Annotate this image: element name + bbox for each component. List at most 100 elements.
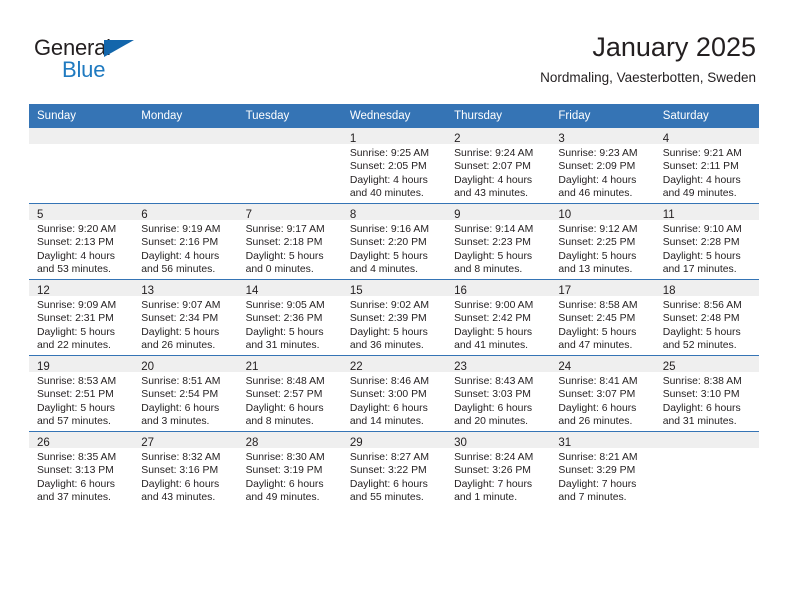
sunrise-text: Sunrise: 8:43 AM <box>454 376 534 387</box>
sunrise-text: Sunrise: 8:46 AM <box>349 376 429 387</box>
day-cell-body: Sunrise: 9:17 AM Sunset: 2:18 PM Daylight:… <box>238 220 342 277</box>
day-number: 11 <box>662 209 675 221</box>
daylight-text-line2: and 26 minutes. <box>558 416 633 428</box>
calendar-body: 1 Sunrise: 9:25 AM Sunset: 2:05 PM Daylight… <box>29 128 759 507</box>
daylight-text-line2: and 43 minutes. <box>454 188 529 200</box>
calendar-day-cell[interactable]: 2 Sunrise: 9:24 AM Sunset: 2:07 PM Daylight… <box>446 128 551 204</box>
weekday-header-wednesday: Wednesday <box>341 104 447 128</box>
day-number-band: 2 <box>446 128 551 145</box>
day-number-band: 3 <box>550 128 655 145</box>
calendar-day-cell[interactable]: 25 Sunrise: 8:38 AM Sunset: 3:10 PM Dayligh… <box>654 355 759 432</box>
calendar-day-cell[interactable]: 9 Sunrise: 9:14 AM Sunset: 2:23 PM Daylight… <box>446 203 551 280</box>
day-number-band: 11 <box>654 204 759 221</box>
day-number-band: 21 <box>237 356 342 373</box>
daylight-text-line2: and 31 minutes. <box>245 340 320 352</box>
calendar-day-cell[interactable]: 21 Sunrise: 8:48 AM Sunset: 2:57 PM Dayligh… <box>237 355 342 432</box>
brand-logo[interactable]: General Blue <box>34 36 274 86</box>
calendar-day-cell[interactable]: 6 Sunrise: 9:19 AM Sunset: 2:16 PM Daylight… <box>133 203 238 280</box>
daylight-text-line1: Daylight: 6 hours <box>349 478 428 490</box>
calendar-day-cell[interactable]: 19 Sunrise: 8:53 AM Sunset: 2:51 PM Dayligh… <box>29 355 134 432</box>
calendar-day-cell[interactable]: 4 Sunrise: 9:21 AM Sunset: 2:11 PM Daylight… <box>654 128 759 204</box>
calendar-day-cell[interactable]: 16 Sunrise: 9:00 AM Sunset: 2:42 PM Dayligh… <box>446 279 551 356</box>
page-title: January 2025 <box>592 32 756 62</box>
daylight-text-line1: Daylight: 6 hours <box>37 478 115 490</box>
sunset-text: Sunset: 2:11 PM <box>662 161 739 173</box>
sunset-text: Sunset: 3:19 PM <box>245 465 323 477</box>
day-cell-body: Sunrise: 8:35 AM Sunset: 3:13 PM Daylight:… <box>29 448 133 505</box>
calendar-day-cell[interactable]: 11 Sunrise: 9:10 AM Sunset: 2:28 PM Dayligh… <box>654 203 759 280</box>
day-number-band: 10 <box>550 204 655 221</box>
daylight-text-line2: and 52 minutes. <box>662 340 737 352</box>
sunrise-text: Sunrise: 8:51 AM <box>141 376 221 387</box>
day-number: 2 <box>454 133 461 145</box>
day-number-band: 20 <box>133 356 238 373</box>
calendar-day-cell[interactable]: 5 Sunrise: 9:20 AM Sunset: 2:13 PM Daylight… <box>29 203 134 280</box>
calendar-day-cell[interactable]: 30 Sunrise: 8:24 AM Sunset: 3:26 PM Dayligh… <box>446 431 551 507</box>
day-number: 26 <box>37 437 50 449</box>
day-cell-body: Sunrise: 8:41 AM Sunset: 3:07 PM Daylight:… <box>550 372 654 429</box>
calendar-day-cell[interactable]: 7 Sunrise: 9:17 AM Sunset: 2:18 PM Daylight… <box>237 203 342 280</box>
calendar-day-cell[interactable]: 3 Sunrise: 9:23 AM Sunset: 2:09 PM Daylight… <box>550 128 655 204</box>
day-number: 15 <box>349 285 363 297</box>
sunset-text: Sunset: 3:16 PM <box>141 465 219 477</box>
calendar-day-cell[interactable]: 8 Sunrise: 9:16 AM Sunset: 2:20 PM Daylight… <box>341 203 447 280</box>
daylight-text-line2: and 26 minutes. <box>141 340 216 352</box>
calendar-day-cell[interactable]: 18 Sunrise: 8:56 AM Sunset: 2:48 PM Dayligh… <box>654 279 759 356</box>
daylight-text-line1: Daylight: 4 hours <box>558 174 637 186</box>
calendar-day-cell[interactable]: 10 Sunrise: 9:12 AM Sunset: 2:25 PM Dayligh… <box>550 203 655 280</box>
sunrise-text: Sunrise: 8:38 AM <box>662 376 742 387</box>
calendar-day-cell[interactable]: 14 Sunrise: 9:05 AM Sunset: 2:36 PM Dayligh… <box>237 279 342 356</box>
calendar-day-cell[interactable]: 29 Sunrise: 8:27 AM Sunset: 3:22 PM Dayligh… <box>341 431 447 507</box>
calendar-day-cell[interactable]: 27 Sunrise: 8:32 AM Sunset: 3:16 PM Dayligh… <box>133 431 238 507</box>
sunset-text: Sunset: 2:25 PM <box>558 237 636 249</box>
sunset-text: Sunset: 3:29 PM <box>558 465 636 477</box>
calendar-page: General Blue January 2025 Nordmaling, Va… <box>0 0 792 612</box>
calendar-day-cell[interactable]: 24 Sunrise: 8:41 AM Sunset: 3:07 PM Dayligh… <box>550 355 655 432</box>
day-number-band: 16 <box>446 280 551 297</box>
daylight-text-line2: and 13 minutes. <box>558 264 633 276</box>
calendar-day-cell[interactable]: 22 Sunrise: 8:46 AM Sunset: 3:00 PM Dayligh… <box>341 355 447 432</box>
triangle-icon <box>104 40 134 57</box>
day-number-band <box>237 128 342 144</box>
daylight-text-line1: Daylight: 5 hours <box>37 326 115 338</box>
day-number: 29 <box>349 437 363 449</box>
calendar-day-cell[interactable]: 17 Sunrise: 8:58 AM Sunset: 2:45 PM Dayligh… <box>550 279 655 356</box>
calendar-day-cell[interactable]: 28 Sunrise: 8:30 AM Sunset: 3:19 PM Dayligh… <box>237 431 342 507</box>
day-number-band: 26 <box>29 432 134 449</box>
calendar-day-cell[interactable]: 26 Sunrise: 8:35 AM Sunset: 3:13 PM Dayligh… <box>29 431 134 507</box>
sunset-text: Sunset: 2:48 PM <box>662 313 740 325</box>
day-cell-body: Sunrise: 9:10 AM Sunset: 2:28 PM Daylight:… <box>655 220 759 277</box>
calendar-header-row: Sunday Monday Tuesday Wednesday Thursday Frid… <box>29 104 759 128</box>
day-number-band: 23 <box>446 356 551 373</box>
calendar-day-cell[interactable]: 15 Sunrise: 9:02 AM Sunset: 2:39 PM Dayligh… <box>341 279 447 356</box>
calendar-day-cell[interactable]: 20 Sunrise: 8:51 AM Sunset: 2:54 PM Dayligh… <box>133 355 238 432</box>
day-cell-body: Sunrise: 8:30 AM Sunset: 3:19 PM Daylight:… <box>238 448 342 505</box>
sunrise-text: Sunrise: 9:09 AM <box>37 300 117 311</box>
daylight-text-line2: and 49 minutes. <box>662 188 737 200</box>
day-number: 6 <box>141 209 148 221</box>
day-number-band: 24 <box>550 356 655 373</box>
calendar-day-cell[interactable]: 12 Sunrise: 9:09 AM Sunset: 2:31 PM Dayligh… <box>29 279 134 356</box>
day-number: 4 <box>662 133 670 145</box>
day-cell-body: Sunrise: 8:32 AM Sunset: 3:16 PM Daylight:… <box>133 448 237 505</box>
day-number: 25 <box>662 361 676 373</box>
day-number-band: 31 <box>550 432 655 449</box>
daylight-text-line2: and 36 minutes. <box>349 340 424 352</box>
day-number-band: 14 <box>237 280 342 297</box>
sunrise-text: Sunrise: 9:16 AM <box>349 224 429 235</box>
sunset-text: Sunset: 3:03 PM <box>454 389 531 401</box>
day-number: 13 <box>141 285 155 297</box>
calendar-day-cell[interactable]: 13 Sunrise: 9:07 AM Sunset: 2:34 PM Dayligh… <box>133 279 238 356</box>
daylight-text-line1: Daylight: 6 hours <box>558 402 637 414</box>
day-cell-body: Sunrise: 8:24 AM Sunset: 3:26 PM Daylight:… <box>446 448 550 505</box>
day-number: 17 <box>558 285 572 297</box>
calendar-day-cell[interactable]: 31 Sunrise: 8:21 AM Sunset: 3:29 PM Dayligh… <box>550 431 655 507</box>
sunset-text: Sunset: 2:54 PM <box>141 389 219 401</box>
sunrise-text: Sunrise: 9:05 AM <box>245 300 325 311</box>
day-cell-body: Sunrise: 8:56 AM Sunset: 2:48 PM Daylight:… <box>655 296 759 353</box>
day-number: 19 <box>37 361 50 373</box>
day-number-band: 15 <box>341 280 447 297</box>
calendar-day-cell-empty <box>654 431 759 507</box>
calendar-day-cell[interactable]: 23 Sunrise: 8:43 AM Sunset: 3:03 PM Dayligh… <box>446 355 551 432</box>
calendar-day-cell[interactable]: 1 Sunrise: 9:25 AM Sunset: 2:05 PM Daylight… <box>341 128 447 204</box>
